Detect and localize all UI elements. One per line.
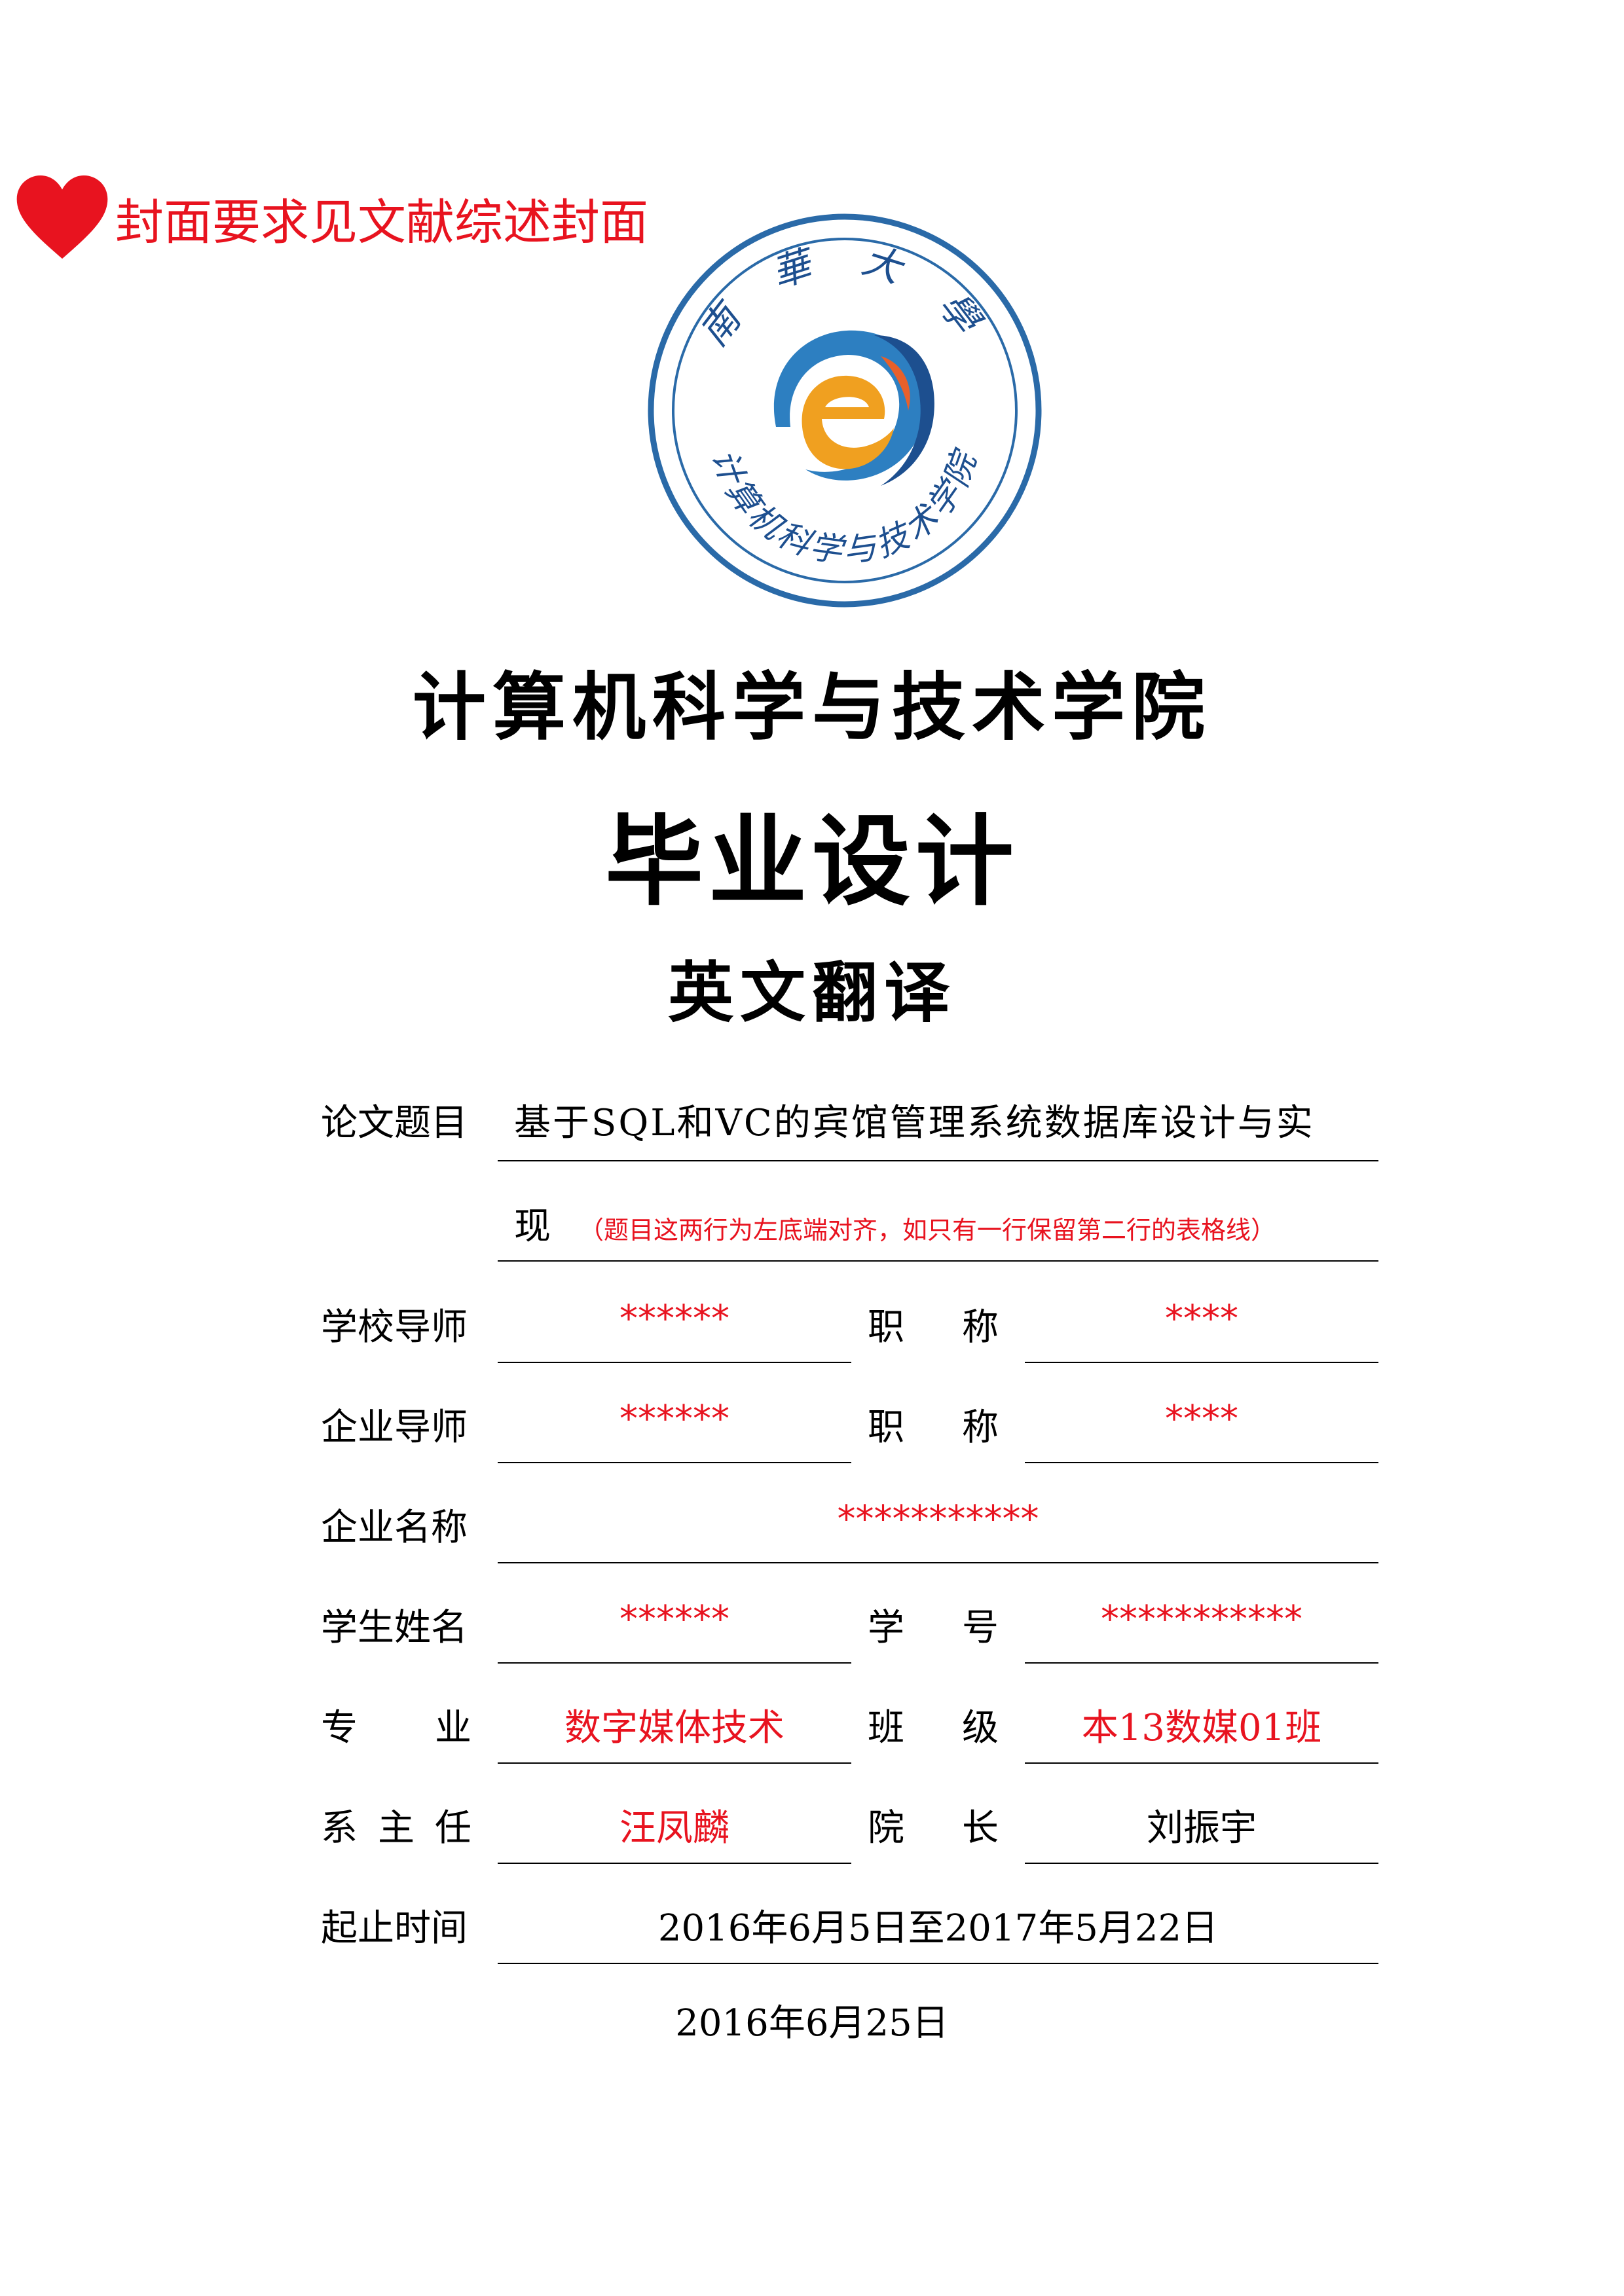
school-advisor-title-value: **** xyxy=(1165,1298,1238,1340)
dean-label: 院长 xyxy=(868,1807,999,1850)
company-name-value: *********** xyxy=(837,1498,1039,1540)
thesis-title-line2-rule xyxy=(498,1260,1378,1262)
thesis-title-line1-rule xyxy=(498,1160,1378,1161)
company-advisor-title-label: 职称 xyxy=(868,1406,999,1449)
company-advisor-title-value: **** xyxy=(1165,1398,1238,1440)
company-advisor-label: 企业导师 xyxy=(321,1406,468,1449)
class-value: 本13数媒01班 xyxy=(1081,1707,1322,1749)
period-rule xyxy=(498,1963,1378,1964)
company-name-rule xyxy=(498,1562,1378,1563)
school-advisor-title-label: 职称 xyxy=(868,1306,999,1349)
dept-head-rule xyxy=(498,1863,851,1864)
student-name-rule xyxy=(498,1662,851,1664)
student-id-label: 学号 xyxy=(868,1607,999,1649)
student-name-label: 学生姓名 xyxy=(321,1607,468,1649)
student-name-value: ****** xyxy=(619,1598,729,1641)
student-id-rule xyxy=(1025,1662,1378,1664)
student-id-value: *********** xyxy=(1101,1598,1302,1641)
major-label: 专业 xyxy=(321,1707,471,1749)
major-rule xyxy=(498,1762,851,1764)
company-advisor-title-rule xyxy=(1025,1462,1378,1463)
university-seal: 南 華 大 學 计算机科学与技术学院 xyxy=(648,213,1042,608)
thesis-title-label: 论文题目 xyxy=(321,1102,468,1144)
dean-rule xyxy=(1025,1863,1378,1864)
cover-requirement-text: 封面要求见文献综述封面 xyxy=(115,194,648,251)
thesis-title-line1: 基于SQL和VC的宾馆管理系统数据库设计与实 xyxy=(514,1102,1315,1144)
school-advisor-value: ****** xyxy=(619,1298,729,1340)
school-advisor-rule xyxy=(498,1362,851,1363)
thesis-title-line2: 现 xyxy=(514,1205,553,1248)
major-value: 数字媒体技术 xyxy=(564,1707,784,1749)
company-advisor-value: ****** xyxy=(619,1398,729,1440)
document-title: 毕业设计 xyxy=(604,805,1019,919)
school-advisor-title-rule xyxy=(1025,1362,1378,1363)
period-value: 2016年6月5日至2017年5月22日 xyxy=(657,1907,1219,1950)
college-name: 计算机科学与技术学院 xyxy=(413,665,1211,750)
dept-head-value: 汪凤麟 xyxy=(619,1807,729,1850)
company-name-label: 企业名称 xyxy=(321,1506,468,1549)
period-label: 起止时间 xyxy=(321,1907,468,1950)
document-date: 2016年6月25日 xyxy=(675,2002,949,2045)
class-label: 班级 xyxy=(868,1707,999,1749)
thesis-title-hint: （题目这两行为左底端对齐，如只有一行保留第二行的表格线） xyxy=(579,1216,1276,1245)
thesis-title-row2: 现 （题目这两行为左底端对齐，如只有一行保留第二行的表格线） xyxy=(514,1197,1276,1250)
dean-value: 刘振宇 xyxy=(1147,1807,1257,1850)
company-advisor-rule xyxy=(498,1462,851,1463)
document-subtitle: 英文翻译 xyxy=(668,954,956,1031)
class-rule xyxy=(1025,1762,1378,1764)
heart-icon xyxy=(16,175,108,259)
school-advisor-label: 学校导师 xyxy=(321,1306,468,1349)
cover-requirement-note: 封面要求见文献综述封面 xyxy=(13,175,648,261)
dept-head-label: 系主任 xyxy=(321,1807,471,1850)
